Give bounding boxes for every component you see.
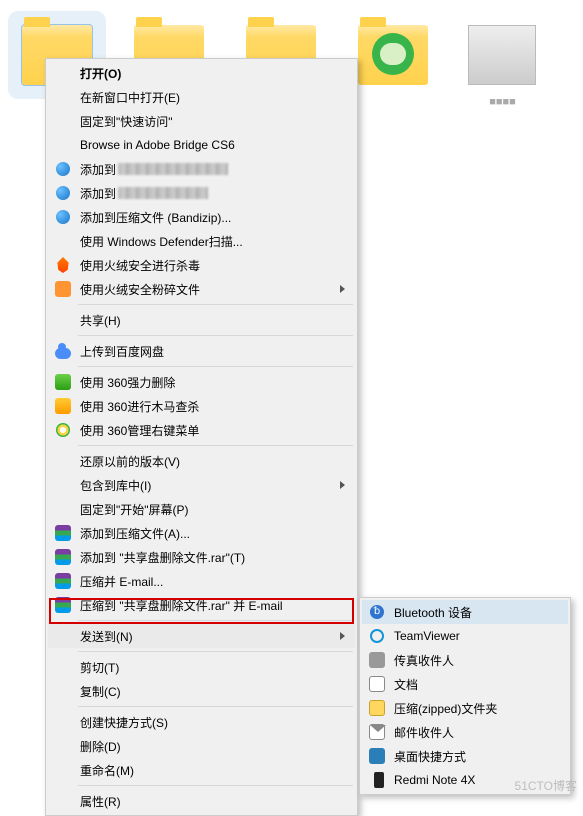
winrar-icon (54, 524, 72, 542)
submenu-compressed-folder[interactable]: 压缩(zipped)文件夹 (362, 696, 568, 720)
menu-rar-addto-email[interactable]: 压缩到 "共享盘删除文件.rar" 并 E-mail (48, 593, 355, 617)
menu-separator (78, 785, 353, 786)
folder-item[interactable] (358, 25, 428, 85)
menu-separator (78, 366, 353, 367)
submenu-documents[interactable]: 文档 (362, 672, 568, 696)
menu-send-to[interactable]: 发送到(N) (48, 624, 355, 648)
desktop: ■■■■ 打开(O) 在新窗口中打开(E) 固定到"快速访问" Browse i… (0, 0, 583, 800)
menu-share[interactable]: 共享(H) (48, 308, 355, 332)
menu-open-new-window[interactable]: 在新窗口中打开(E) (48, 85, 355, 109)
menu-bandizip-addto-2[interactable]: 添加到 (48, 181, 355, 205)
menu-separator (78, 445, 353, 446)
submenu-arrow-icon (340, 632, 345, 640)
menu-create-shortcut[interactable]: 创建快捷方式(S) (48, 710, 355, 734)
bandizip-icon (54, 208, 72, 226)
submenu-fax[interactable]: 传真收件人 (362, 648, 568, 672)
trash-icon (54, 373, 72, 391)
fax-icon (368, 651, 386, 669)
menu-pin-quick-access[interactable]: 固定到"快速访问" (48, 109, 355, 133)
menu-baidu-upload[interactable]: 上传到百度网盘 (48, 339, 355, 363)
mail-icon (368, 723, 386, 741)
menu-copy[interactable]: 复制(C) (48, 679, 355, 703)
menu-restore-versions[interactable]: 还原以前的版本(V) (48, 449, 355, 473)
menu-delete[interactable]: 删除(D) (48, 734, 355, 758)
redacted-text (118, 163, 228, 175)
submenu-mail-recipient[interactable]: 邮件收件人 (362, 720, 568, 744)
menu-separator (78, 706, 353, 707)
file-thumbnail[interactable] (468, 25, 536, 85)
bandizip-icon (54, 160, 72, 178)
menu-adobe-bridge[interactable]: Browse in Adobe Bridge CS6 (48, 133, 355, 157)
winrar-icon (54, 596, 72, 614)
winrar-icon (54, 548, 72, 566)
menu-properties[interactable]: 属性(R) (48, 789, 355, 813)
menu-pin-start[interactable]: 固定到"开始"屏幕(P) (48, 497, 355, 521)
menu-separator (78, 651, 353, 652)
menu-rar-addto[interactable]: 添加到 "共享盘删除文件.rar"(T) (48, 545, 355, 569)
menu-360-trojan-scan[interactable]: 使用 360进行木马查杀 (48, 394, 355, 418)
watermark-text: 51CTO博客 (515, 777, 577, 794)
menu-bandizip-addto-1[interactable]: 添加到 (48, 157, 355, 181)
menu-360-context-menu[interactable]: 使用 360管理右键菜单 (48, 418, 355, 442)
phone-icon (368, 771, 386, 789)
redacted-text (118, 187, 208, 199)
cloud-icon (54, 342, 72, 360)
submenu-teamviewer[interactable]: TeamViewer (362, 624, 568, 648)
menu-360-force-delete[interactable]: 使用 360强力删除 (48, 370, 355, 394)
zip-icon (368, 699, 386, 717)
shredder-icon (54, 280, 72, 298)
menu-rename[interactable]: 重命名(M) (48, 758, 355, 782)
winrar-icon (54, 572, 72, 590)
menu-separator (78, 335, 353, 336)
bluetooth-icon: ␢ (368, 603, 386, 621)
submenu-desktop-shortcut[interactable]: 桌面快捷方式 (362, 744, 568, 768)
thumb-label: ■■■■ (460, 96, 545, 108)
document-icon (368, 675, 386, 693)
360-icon (54, 421, 72, 439)
trojan-icon (54, 397, 72, 415)
menu-rar-email[interactable]: 压缩并 E-mail... (48, 569, 355, 593)
sendto-submenu: ␢ Bluetooth 设备 TeamViewer 传真收件人 文档 压缩(zi… (359, 597, 571, 795)
menu-include-library[interactable]: 包含到库中(I) (48, 473, 355, 497)
menu-defender-scan[interactable]: 使用 Windows Defender扫描... (48, 229, 355, 253)
menu-open[interactable]: 打开(O) (48, 61, 355, 85)
menu-tinder-shred[interactable]: 使用火绒安全粉碎文件 (48, 277, 355, 301)
menu-rar-add[interactable]: 添加到压缩文件(A)... (48, 521, 355, 545)
tinder-icon (54, 256, 72, 274)
teamviewer-icon (368, 627, 386, 645)
submenu-bluetooth[interactable]: ␢ Bluetooth 设备 (362, 600, 568, 624)
submenu-arrow-icon (340, 285, 345, 293)
monkey-icon (372, 33, 414, 75)
submenu-arrow-icon (340, 481, 345, 489)
menu-separator (78, 304, 353, 305)
menu-bandizip-compress[interactable]: 添加到压缩文件 (Bandizip)... (48, 205, 355, 229)
bandizip-icon (54, 184, 72, 202)
menu-separator (78, 620, 353, 621)
menu-cut[interactable]: 剪切(T) (48, 655, 355, 679)
desktop-icon (368, 747, 386, 765)
menu-tinder-scan[interactable]: 使用火绒安全进行杀毒 (48, 253, 355, 277)
context-menu: 打开(O) 在新窗口中打开(E) 固定到"快速访问" Browse in Ado… (45, 58, 358, 816)
